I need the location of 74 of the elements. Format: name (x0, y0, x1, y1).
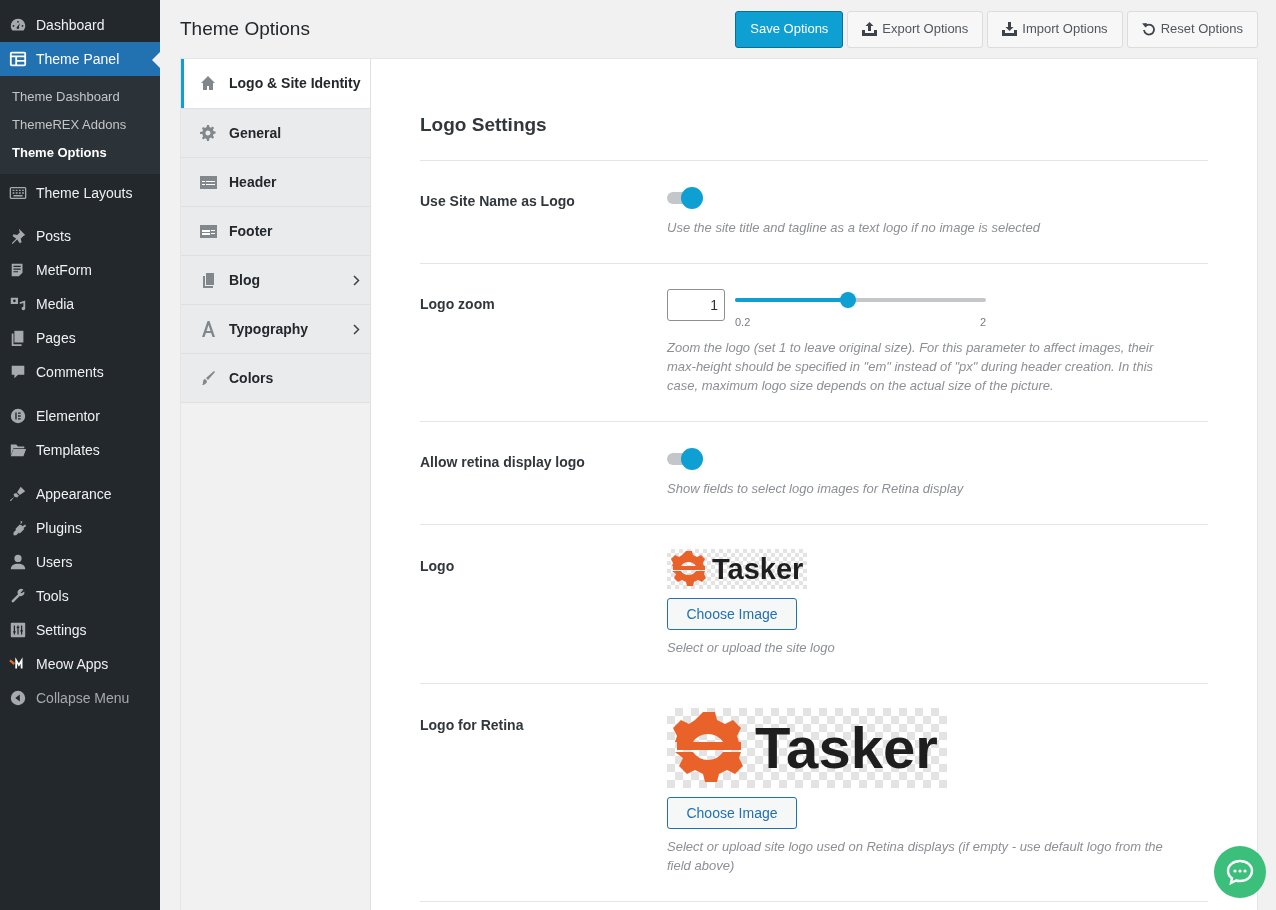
logo-wordmark: Tasker (712, 554, 804, 584)
chevron-right-icon (353, 274, 360, 286)
choose-image-button[interactable]: Choose Image (667, 598, 797, 630)
menu-item[interactable]: Elementor (0, 399, 160, 433)
menu-item[interactable]: Dashboard (0, 8, 160, 42)
paintbrush-icon (199, 368, 218, 388)
current-pointer (152, 52, 160, 68)
upload-icon (862, 22, 878, 36)
menu-item[interactable]: Theme Panel (0, 42, 160, 76)
grid-panel-icon (9, 50, 27, 68)
menu-item[interactable]: MetForm (0, 253, 160, 287)
elementor-circle-icon (9, 407, 27, 425)
pushpin-icon (9, 227, 27, 245)
sliders-icon (9, 621, 27, 639)
setting-description: Select or upload site logo used on Retina displays (if empty - use default logo from the field above) (667, 838, 1164, 875)
choose-image-button[interactable]: Choose Image (667, 797, 797, 829)
toggle-switch[interactable] (667, 185, 703, 210)
menu-item[interactable]: Posts (0, 219, 160, 253)
submenu-item[interactable]: Theme Dashboard (0, 83, 160, 111)
submenu-item[interactable]: Theme Options (0, 139, 160, 167)
download-icon (1002, 22, 1018, 36)
setting-label: Logo zoom (420, 294, 496, 314)
page-title: Theme Options (180, 16, 311, 41)
setting-label: Logo (420, 557, 456, 576)
chat-icon (1226, 859, 1254, 885)
menu-item[interactable]: Meow Apps (0, 647, 160, 681)
chevron-right-icon (353, 323, 360, 335)
submenu-item[interactable]: ThemeREX Addons (0, 111, 160, 139)
menu-item[interactable]: Comments (0, 355, 160, 389)
menu-item[interactable]: Tools (0, 579, 160, 613)
section-title: Logo Settings (420, 113, 548, 137)
keyboard-icon (9, 184, 27, 202)
setting-label: Use Site Name as Logo (420, 191, 576, 211)
menu-item[interactable]: Collapse Menu (0, 681, 160, 715)
setting-description: Select or upload the site logo (667, 639, 835, 657)
reset-icon (1141, 22, 1156, 36)
paintbrush-icon (9, 485, 27, 503)
zoom-input[interactable]: 1 (667, 288, 725, 321)
slider-thumb[interactable] (839, 291, 856, 308)
gear-logo-icon (669, 549, 709, 589)
settings-tab[interactable]: Footer (181, 206, 370, 255)
slider-max-label: 2 (979, 314, 986, 330)
letter-a-icon (199, 319, 218, 339)
settings-tab[interactable]: Blog (181, 255, 370, 304)
toggle-switch[interactable] (667, 447, 703, 471)
settings-tab[interactable]: Logo & Site Identity (181, 59, 371, 108)
menu-item[interactable]: Plugins (0, 511, 160, 545)
gear-icon (199, 123, 218, 143)
setting-label: Logo for Retina (420, 716, 525, 735)
setting-description: Use the site title and tagline as a text logo if no image is selected (667, 218, 1040, 237)
settings-tab[interactable]: Colors (181, 353, 370, 402)
user-icon (9, 553, 27, 571)
menu-item[interactable]: Settings (0, 613, 160, 647)
menu-item[interactable]: Pages (0, 321, 160, 355)
menu-item[interactable]: Media (0, 287, 160, 321)
wrench-icon (9, 587, 27, 605)
setting-label: Allow retina display logo (420, 453, 586, 472)
menu-item[interactable]: Users (0, 545, 160, 579)
setting-description: Show fields to select logo images for Retina display (667, 480, 964, 498)
settings-tab[interactable]: General (181, 108, 370, 157)
house-icon (199, 74, 218, 93)
media-icon (9, 295, 27, 313)
menu-item[interactable]: Templates (0, 433, 160, 467)
settings-tab[interactable]: Typography (181, 304, 370, 353)
options-button[interactable]: Import Options (987, 10, 1123, 48)
menu-item[interactable]: Appearance (0, 477, 160, 511)
slider-min-label: 0.2 (735, 314, 751, 330)
menu-item[interactable]: Theme Layouts (0, 176, 160, 210)
options-button[interactable]: Export Options (847, 10, 984, 48)
settings-tab[interactable]: Header (181, 157, 370, 206)
logo-wordmark: Tasker (755, 719, 938, 777)
speech-bubble-icon (9, 363, 27, 381)
setting-description: Zoom the logo (set 1 to leave original size). For this parameter to affect images, their max-height should be specified in "em" instead of "px" during header creation. In this case, maximum logo size depends on the actual size of the picture. (667, 339, 1155, 395)
options-button[interactable]: Reset Options (1126, 10, 1258, 48)
